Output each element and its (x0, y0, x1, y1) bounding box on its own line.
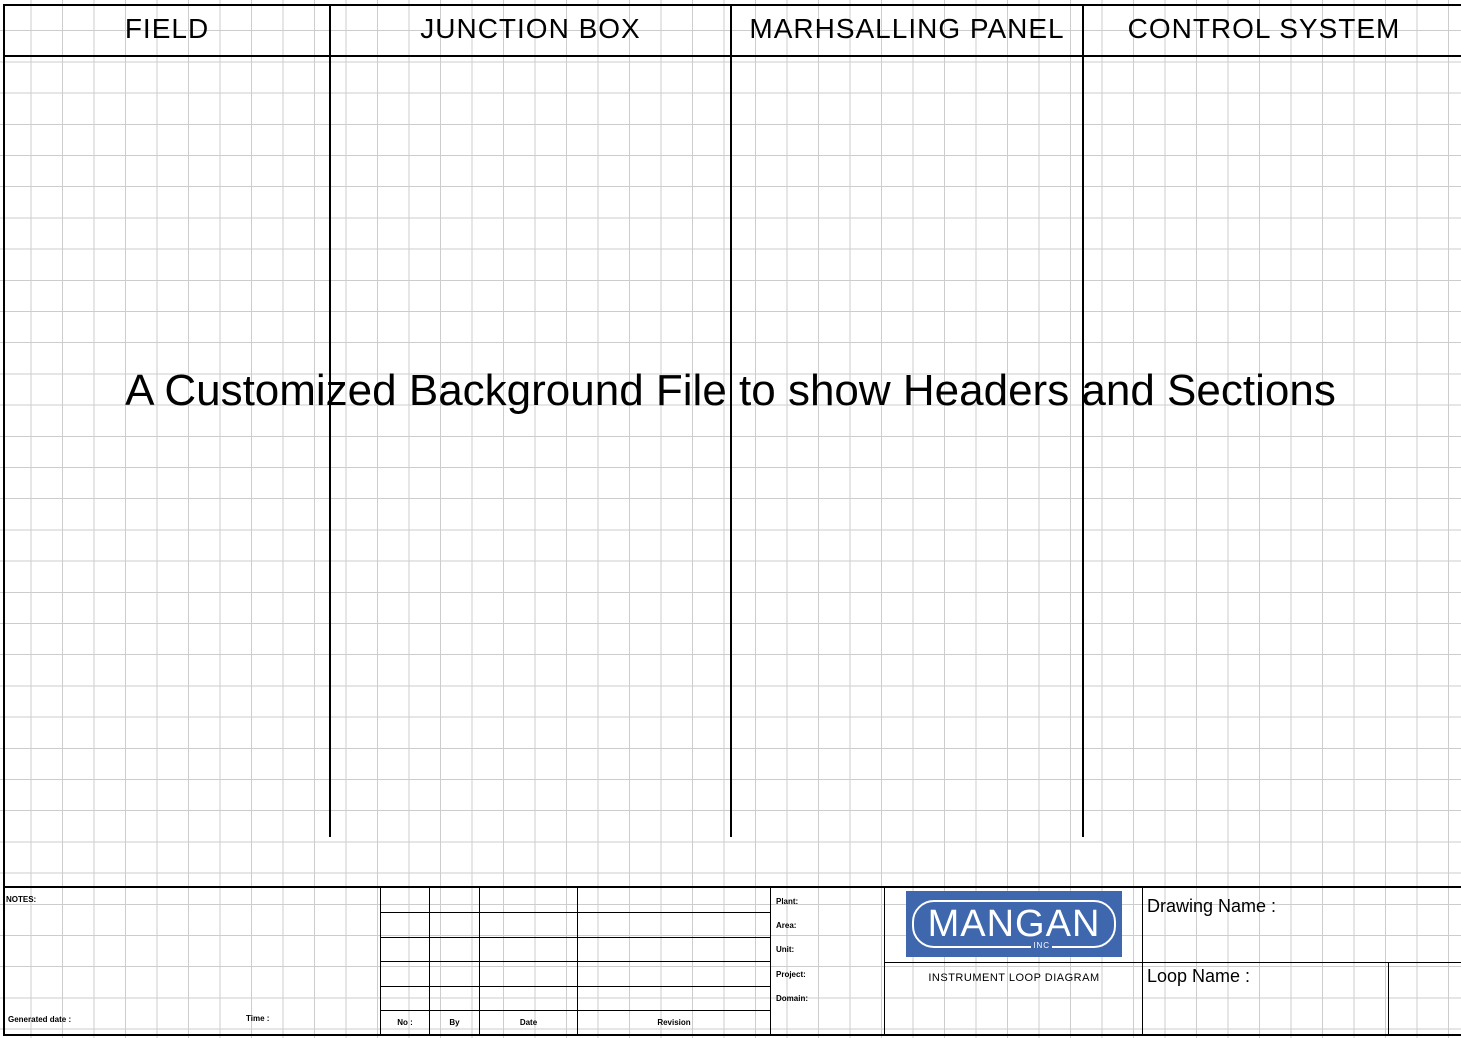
domain-label: Domain: (776, 994, 808, 1003)
logo-separator (884, 962, 1143, 963)
revision-col-date: Date (519, 1018, 538, 1027)
revision-table-right (770, 887, 771, 1035)
header-field: FIELD (124, 13, 210, 44)
company-logo-subtext: INC (1031, 941, 1052, 950)
revision-row-line-2 (380, 937, 770, 938)
revision-row-line-3 (380, 961, 770, 962)
company-logo-text: MANGAN (927, 902, 1101, 945)
generated-date-label: Generated date : (8, 1015, 72, 1024)
revision-col-by: By (449, 1018, 460, 1027)
unit-label: Unit: (776, 945, 795, 954)
revision-col-no: No : (397, 1018, 413, 1027)
plant-info-right (884, 887, 885, 1035)
header-marshalling-panel: MARHSALLING PANEL (749, 13, 1065, 44)
revision-row-line-1 (380, 912, 770, 913)
revision-col-revision: Revision (657, 1018, 691, 1027)
loop-name-divider (1388, 962, 1389, 1035)
revision-row-line-4 (380, 986, 770, 987)
company-logo-mark: MANGAN INC (912, 900, 1116, 950)
area-label: Area: (776, 921, 797, 930)
header-control-system: CONTROL SYSTEM (1127, 13, 1401, 44)
frame-left-border (3, 4, 5, 1036)
section-divider-1 (329, 4, 331, 837)
title-block-top-border (3, 886, 1461, 888)
revision-row-line-5 (380, 1010, 770, 1011)
notes-label: NOTES: (6, 895, 37, 904)
logo-block-right (1142, 887, 1143, 1035)
company-logo: MANGAN INC (906, 891, 1122, 957)
section-divider-3 (1082, 4, 1084, 837)
center-note: A Customized Background File to show Hea… (125, 366, 1336, 415)
name-fields-separator (1142, 962, 1461, 963)
header-junction-box: JUNCTION BOX (420, 13, 641, 44)
title-block-bottom-border (3, 1034, 1461, 1036)
diagram-type-label: INSTRUMENT LOOP DIAGRAM (928, 972, 1100, 984)
section-divider-2 (730, 4, 732, 837)
plant-label: Plant: (776, 897, 799, 906)
time-label: Time : (246, 1014, 270, 1023)
project-label: Project: (776, 970, 806, 979)
header-bottom-border (3, 55, 1461, 57)
loop-name-label: Loop Name : (1147, 966, 1251, 986)
drawing-name-label: Drawing Name : (1147, 896, 1277, 916)
